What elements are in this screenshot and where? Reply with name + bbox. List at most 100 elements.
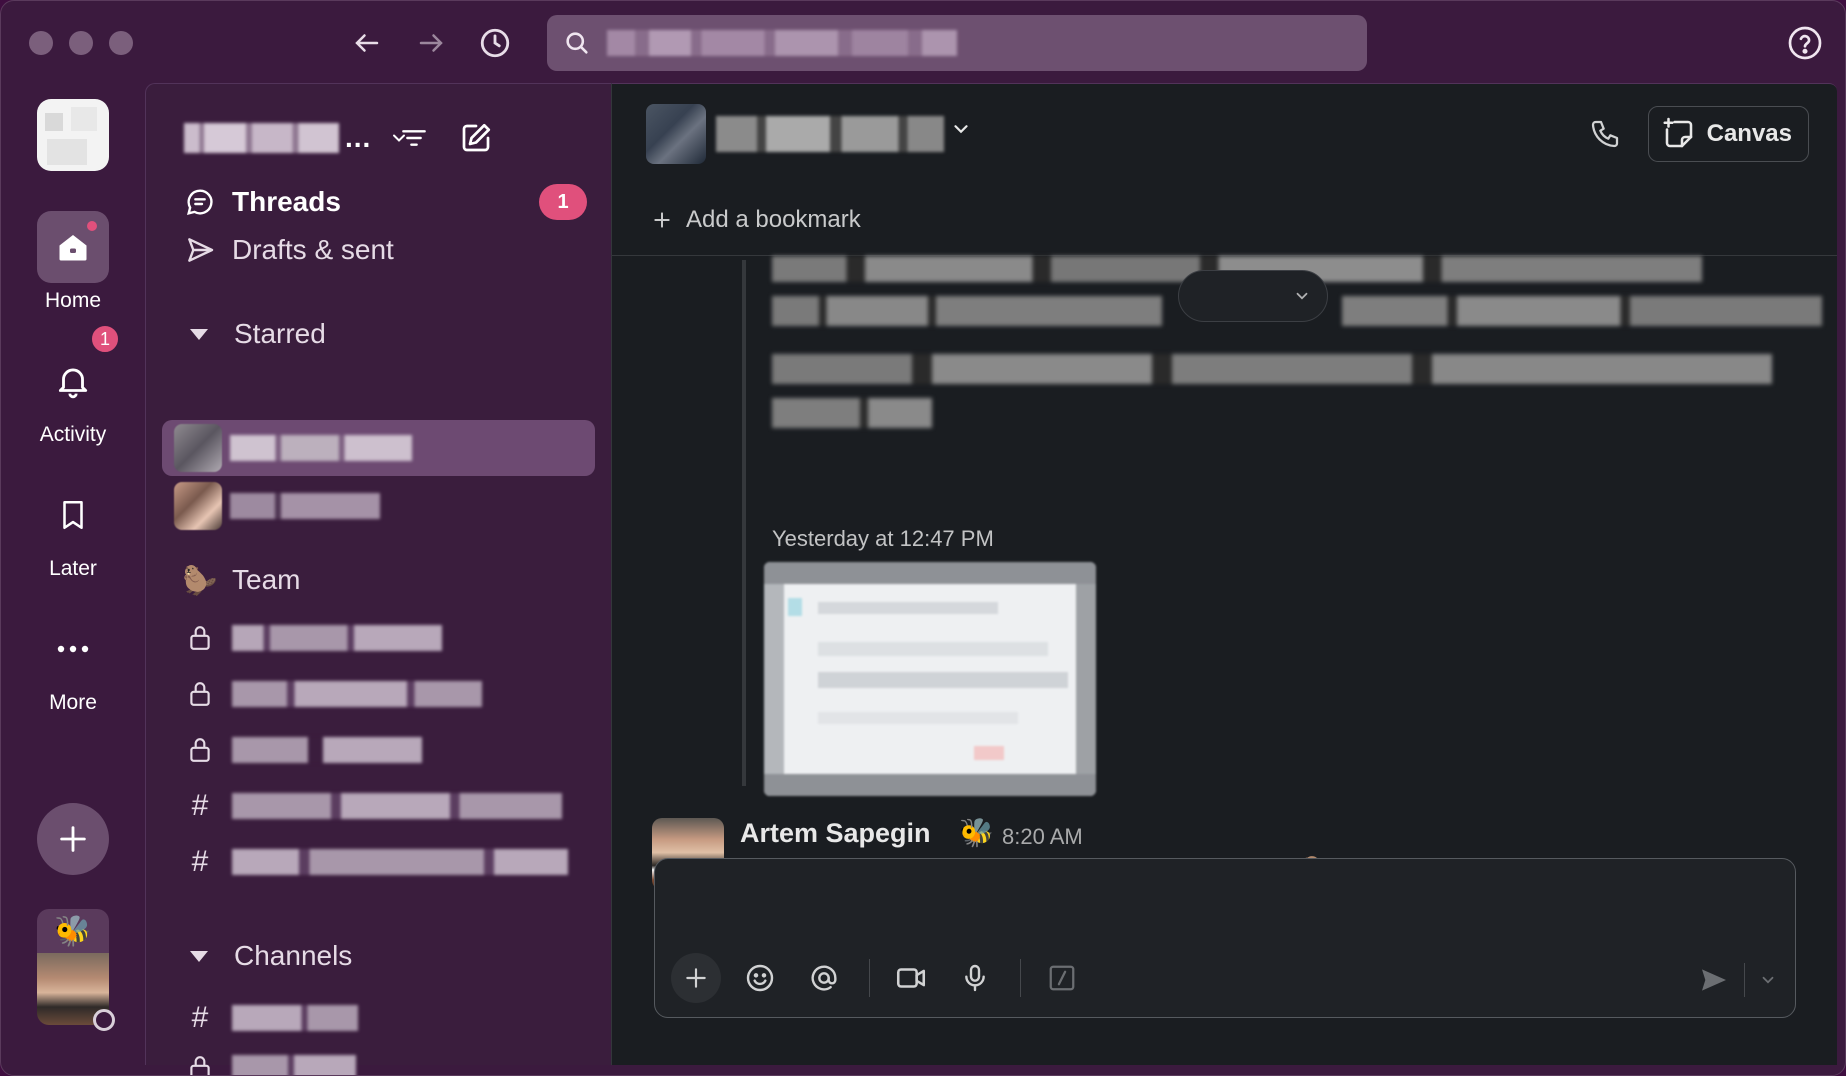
workspace-switcher[interactable]: ... bbox=[184, 118, 409, 158]
message-input[interactable] bbox=[675, 875, 1775, 925]
minimize-window-button[interactable] bbox=[69, 31, 93, 55]
add-workspace-button[interactable] bbox=[37, 803, 109, 875]
channel-avatar[interactable] bbox=[646, 104, 706, 164]
add-bookmark-button[interactable]: Add a bookmark bbox=[652, 206, 861, 234]
channel-name-redacted bbox=[232, 625, 442, 651]
mention-button[interactable] bbox=[799, 953, 849, 1003]
rail-home[interactable]: Home bbox=[1, 211, 145, 313]
message-composer bbox=[654, 858, 1796, 1018]
search-query-redacted bbox=[607, 30, 957, 56]
composer-toolbar bbox=[671, 953, 1101, 1003]
hash-icon: # bbox=[191, 845, 209, 878]
emoji-button[interactable] bbox=[735, 953, 785, 1003]
channel-header: Canvas Add a bookmark bbox=[612, 84, 1837, 256]
dm-name-redacted bbox=[230, 493, 380, 519]
author-status-emoji: 🐝 bbox=[959, 817, 994, 848]
sidebar-item-private-4[interactable] bbox=[182, 1044, 597, 1075]
sidebar-item-label: Threads bbox=[232, 186, 341, 217]
channel-title-redacted[interactable] bbox=[716, 116, 944, 152]
back-arrow-icon bbox=[355, 34, 379, 52]
rail-activity[interactable]: 1 Activity bbox=[1, 323, 145, 447]
section-label: Channels bbox=[234, 940, 353, 971]
canvas-button[interactable]: Canvas bbox=[1647, 106, 1809, 162]
sidebar-item-channel-2[interactable]: # bbox=[182, 838, 597, 886]
channel-view: Canvas Add a bookmark Yesterday at 12:47… bbox=[611, 83, 1837, 1065]
message-thread-line bbox=[742, 260, 746, 786]
workspace-logo[interactable] bbox=[37, 99, 109, 171]
sidebar-item-private-2[interactable] bbox=[182, 670, 597, 718]
profile-avatar[interactable]: 🐝 bbox=[37, 909, 115, 1031]
sidebar-item-channel-1[interactable]: # bbox=[182, 782, 597, 830]
search-bar[interactable] bbox=[547, 15, 1367, 71]
activity-button[interactable] bbox=[37, 345, 109, 417]
back-button[interactable] bbox=[345, 21, 389, 65]
forward-arrow-icon bbox=[419, 34, 443, 52]
home-button[interactable] bbox=[37, 211, 109, 283]
emoji-icon bbox=[746, 964, 774, 992]
send-icon bbox=[188, 238, 214, 262]
message-time[interactable]: 8:20 AM bbox=[1002, 824, 1083, 850]
hash-icon: # bbox=[191, 789, 209, 822]
toolbar-divider bbox=[1744, 963, 1745, 997]
history-button[interactable] bbox=[473, 21, 517, 65]
send-icon[interactable] bbox=[1698, 964, 1730, 996]
shortcuts-button[interactable] bbox=[1037, 953, 1087, 1003]
add-bookmark-label: Add a bookmark bbox=[686, 206, 861, 233]
rail-home-label: Home bbox=[44, 289, 102, 312]
home-icon bbox=[59, 235, 87, 261]
more-button[interactable] bbox=[37, 613, 109, 685]
sidebar-item-channel-3[interactable]: # bbox=[182, 994, 597, 1042]
zoom-window-button[interactable] bbox=[109, 31, 133, 55]
image-attachment[interactable] bbox=[764, 562, 1096, 796]
toolbar-divider bbox=[869, 959, 870, 997]
chevron-down-icon bbox=[1296, 292, 1308, 300]
channel-name-redacted bbox=[232, 681, 482, 707]
lock-icon bbox=[190, 1056, 210, 1075]
rail-later-label: Later bbox=[49, 557, 97, 580]
sidebar-item-private-1[interactable] bbox=[182, 614, 597, 662]
sidebar-item-dm-2[interactable] bbox=[174, 482, 597, 530]
plus-icon bbox=[686, 968, 706, 988]
audio-clip-button[interactable] bbox=[950, 953, 1000, 1003]
channel-name-redacted bbox=[232, 1055, 356, 1075]
workspace-rail: Home 1 Activity Later More 🐝 bbox=[1, 83, 145, 1075]
mention-icon bbox=[811, 965, 837, 991]
forward-button[interactable] bbox=[409, 21, 453, 65]
plus-icon bbox=[654, 212, 670, 228]
app-window: Home 1 Activity Later More 🐝 ... Threads… bbox=[0, 0, 1846, 1076]
more-dots-icon bbox=[57, 645, 89, 653]
sidebar-item-dm-1[interactable] bbox=[174, 424, 597, 472]
close-window-button[interactable] bbox=[29, 31, 53, 55]
threads-icon bbox=[187, 189, 213, 215]
chevron-down-icon[interactable] bbox=[1759, 971, 1777, 989]
message-timestamp: Yesterday at 12:47 PM bbox=[772, 526, 994, 551]
message-text-redacted bbox=[772, 296, 1162, 326]
channel-name-redacted bbox=[232, 737, 422, 763]
video-clip-button[interactable] bbox=[886, 953, 936, 1003]
section-starred[interactable]: Starred bbox=[190, 314, 326, 354]
sidebar-item-private-3[interactable] bbox=[182, 726, 597, 774]
chevron-down-icon[interactable] bbox=[950, 118, 972, 140]
attach-button[interactable] bbox=[671, 953, 721, 1003]
sidebar-item-team[interactable]: 🦫 Team bbox=[182, 556, 597, 604]
sidebar-item-drafts[interactable]: Drafts & sent bbox=[182, 226, 597, 274]
collapse-caret-icon bbox=[190, 950, 208, 962]
help-button[interactable] bbox=[1783, 21, 1827, 65]
huddle-call-button[interactable] bbox=[1583, 112, 1627, 156]
video-icon bbox=[896, 968, 926, 988]
rail-more[interactable]: More bbox=[1, 613, 145, 715]
history-clock-icon bbox=[480, 28, 510, 58]
channel-name-redacted bbox=[232, 793, 562, 819]
compose-icon bbox=[462, 123, 491, 152]
presence-indicator bbox=[93, 1009, 115, 1031]
compose-button[interactable] bbox=[454, 116, 498, 160]
translate-toggle[interactable] bbox=[1178, 270, 1328, 322]
later-button[interactable] bbox=[37, 479, 109, 551]
message-author[interactable]: Artem Sapegin bbox=[740, 818, 931, 849]
rail-later[interactable]: Later bbox=[1, 479, 145, 581]
section-channels[interactable]: Channels bbox=[190, 936, 352, 976]
sidebar-item-threads[interactable]: Threads 1 bbox=[182, 178, 597, 226]
filter-button[interactable] bbox=[392, 116, 436, 160]
collapse-caret-icon bbox=[190, 328, 208, 340]
team-avatar-icon: 🦫 bbox=[182, 564, 218, 596]
